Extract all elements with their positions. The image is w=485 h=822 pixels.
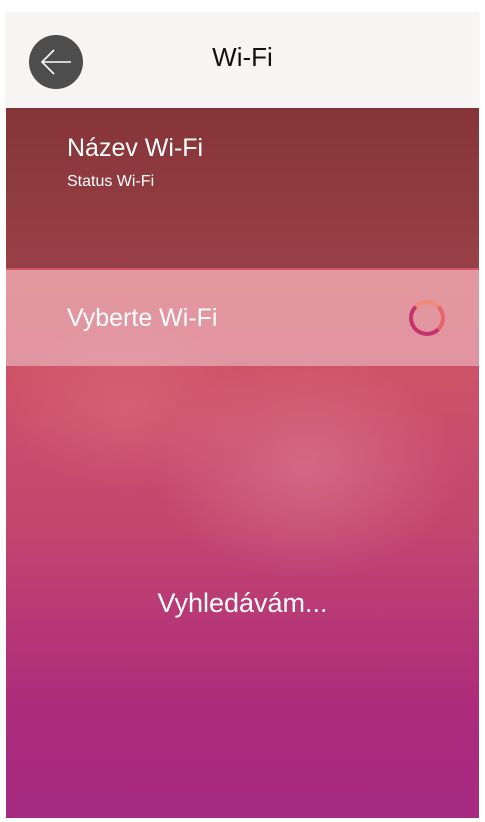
wifi-info-panel: Název Wi-Fi Status Wi-Fi [6,108,479,268]
searching-status: Vyhledávám... [157,588,328,618]
select-wifi-button[interactable]: Vyberte Wi-Fi [6,270,479,366]
wifi-name: Název Wi-Fi [67,134,204,162]
page-title: Wi-Fi [212,42,273,72]
loading-spinner-icon [409,300,445,336]
wifi-screen: Wi-Fi Název Wi-Fi Status Wi-Fi Vyberte W… [0,0,485,822]
select-wifi-label: Vyberte Wi-Fi [67,304,218,332]
header-bar: Wi-Fi [6,12,479,108]
wifi-status: Status Wi-Fi [67,173,155,190]
